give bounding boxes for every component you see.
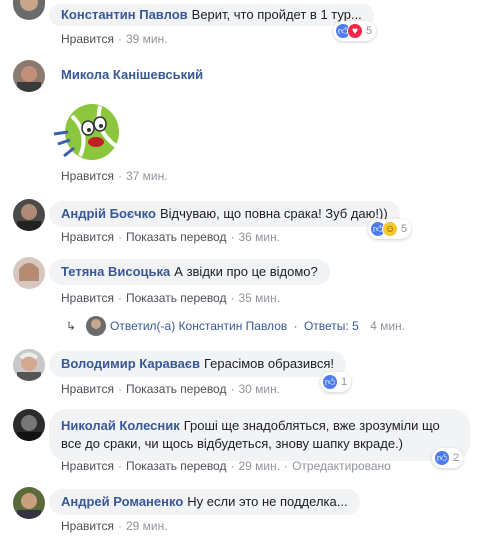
- comment-author[interactable]: Тетяна Висоцька: [61, 264, 170, 279]
- like-icon: 👍︎: [434, 450, 450, 466]
- translate-link[interactable]: Показать перевод: [126, 230, 227, 244]
- comment-meta: Нравится · 37 мин.: [61, 169, 168, 183]
- comment-bubble: Тетяна Висоцька А звідки про це відомо?: [49, 259, 330, 285]
- reply-summary-text: Ответил(-а) Константин Павлов: [110, 319, 288, 333]
- reaction-count: 1: [341, 376, 348, 388]
- comment-author[interactable]: Микола Канішевський: [61, 66, 203, 84]
- comment-bubble: Андрій Боєчко Відчуваю, що повна срака! З…: [49, 201, 400, 227]
- avatar[interactable]: [13, 257, 45, 289]
- timestamp[interactable]: 35 мин.: [238, 291, 280, 305]
- edited-label[interactable]: Отредактировано: [292, 459, 391, 473]
- avatar[interactable]: [13, 199, 45, 231]
- like-link[interactable]: Нравится: [61, 32, 114, 46]
- comment-author[interactable]: Николай Колесник: [61, 418, 180, 433]
- like-link[interactable]: Нравится: [61, 169, 114, 183]
- comment-meta: Нравится · Показать перевод · 30 мин.: [61, 382, 281, 396]
- comment-text: Верит, что пройдет в 1 тур...: [191, 7, 362, 22]
- reaction-count: 5: [401, 223, 408, 235]
- like-icon: 👍︎: [322, 374, 338, 390]
- comment-text: А звідки про це відомо?: [174, 264, 318, 279]
- avatar[interactable]: [13, 409, 45, 441]
- translate-link[interactable]: Показать перевод: [126, 459, 227, 473]
- timestamp[interactable]: 30 мин.: [238, 382, 280, 396]
- comment-meta: Нравится · Показать перевод · 36 мин.: [61, 230, 281, 244]
- timestamp[interactable]: 36 мин.: [238, 230, 280, 244]
- avatar[interactable]: [13, 60, 45, 92]
- comment-bubble: Андрей Романенко Ну если это не подделка.…: [49, 489, 360, 515]
- like-link[interactable]: Нравится: [61, 519, 114, 533]
- avatar[interactable]: [13, 349, 45, 381]
- reply-arrow-icon: ↳: [66, 319, 77, 333]
- reactions-badge[interactable]: 👍︎ 1: [320, 372, 352, 392]
- like-link[interactable]: Нравится: [61, 230, 114, 244]
- translate-link[interactable]: Показать перевод: [126, 382, 227, 396]
- reply-time: 4 мин.: [370, 319, 406, 333]
- reaction-count: 5: [366, 25, 373, 37]
- comment-text: Герасімов образився!: [203, 356, 335, 371]
- comment-author[interactable]: Константин Павлов: [61, 7, 188, 22]
- comment-meta: Нравится · 29 мин.: [61, 519, 168, 533]
- timestamp[interactable]: 39 мин.: [126, 32, 168, 46]
- tennis-ball-sticker: [50, 94, 124, 164]
- comment-author[interactable]: Андрей Романенко: [61, 494, 183, 509]
- avatar[interactable]: [13, 0, 45, 20]
- reply-avatar: [86, 316, 106, 336]
- reaction-count: 2: [453, 452, 460, 464]
- reactions-badge[interactable]: 👍︎ 2: [432, 448, 464, 468]
- comment-author[interactable]: Володимир Караваєв: [61, 356, 200, 371]
- comment-meta: Нравится · Показать перевод · 29 мин. · Отреда…: [61, 459, 391, 473]
- love-icon: ♥: [347, 23, 363, 39]
- comment-bubble: Константин Павлов Верит, что пройдет в 1 …: [49, 4, 374, 26]
- translate-link[interactable]: Показать перевод: [126, 291, 227, 305]
- replies-link[interactable]: ↳: [66, 316, 82, 336]
- comment-bubble: Николай Колесник Гроші ще знадобляться, в…: [49, 409, 470, 461]
- reply-count: Ответы: 5: [303, 319, 359, 333]
- like-link[interactable]: Нравится: [61, 291, 114, 305]
- reactions-badge[interactable]: 👍︎ ♥ 5: [333, 21, 377, 41]
- comment-meta: Нравится · 39 мин.: [61, 32, 168, 46]
- avatar[interactable]: [13, 487, 45, 519]
- like-link[interactable]: Нравится: [61, 459, 114, 473]
- comment-text: Відчуваю, що повна срака! Зуб даю!)): [159, 206, 388, 221]
- haha-icon: ☺: [382, 221, 398, 237]
- like-link[interactable]: Нравится: [61, 382, 114, 396]
- timestamp[interactable]: 29 мин.: [238, 459, 280, 473]
- comment-meta: Нравится · Показать перевод · 35 мин.: [61, 291, 281, 305]
- reply-summary[interactable]: Ответил(-а) Константин Павлов · Ответы: …: [110, 316, 405, 336]
- comment-bubble: Володимир Караваєв Герасімов образився!: [49, 351, 347, 377]
- timestamp[interactable]: 37 мин.: [126, 169, 168, 183]
- comment-author[interactable]: Андрій Боєчко: [61, 206, 156, 221]
- comment-text: Ну если это не подделка...: [187, 494, 348, 509]
- timestamp[interactable]: 29 мин.: [126, 519, 168, 533]
- reactions-badge[interactable]: 👍︎ ☺ 5: [368, 219, 412, 239]
